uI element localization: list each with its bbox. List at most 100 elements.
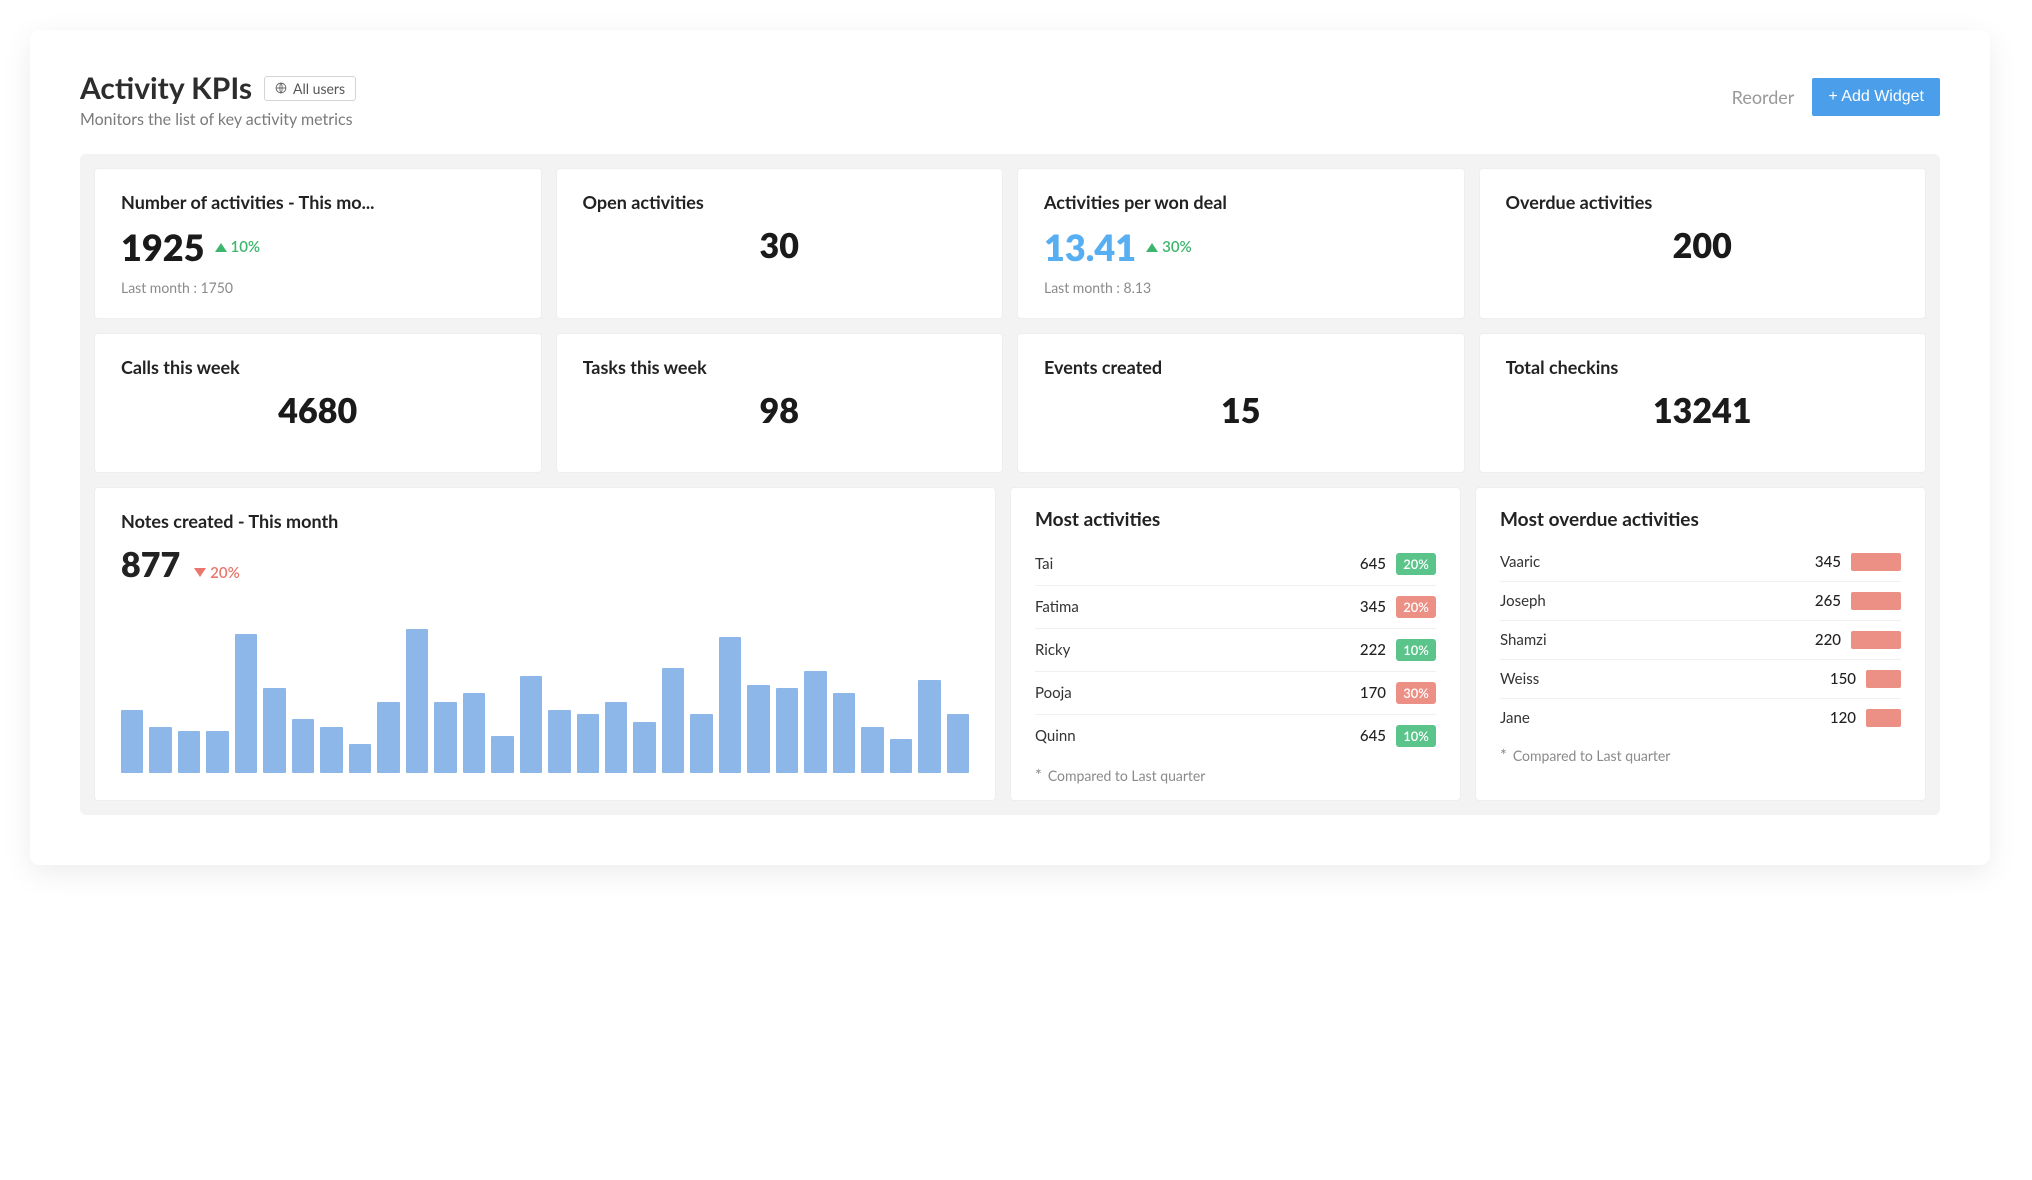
asterisk-icon: * bbox=[1500, 753, 1507, 759]
list-item[interactable]: Quinn64510% bbox=[1035, 715, 1436, 757]
notes-delta-text: 20% bbox=[210, 564, 240, 582]
chart-bar bbox=[463, 693, 485, 773]
list-item[interactable]: Shamzi220 bbox=[1500, 621, 1901, 660]
list-item-rhs: 345 bbox=[1815, 553, 1901, 571]
chart-bar bbox=[890, 739, 912, 773]
chart-bar bbox=[406, 629, 428, 774]
notes-chart-title: Notes created - This month bbox=[121, 510, 969, 532]
chart-bar bbox=[719, 637, 741, 773]
kpi-value: 13241 bbox=[1506, 390, 1900, 431]
kpi-card[interactable]: Activities per won deal 13.4130% Last mont… bbox=[1017, 168, 1465, 319]
kpi-value: 15 bbox=[1044, 390, 1438, 431]
notes-summary: 877 20% bbox=[121, 544, 969, 585]
list-item-rhs: 120 bbox=[1830, 709, 1901, 727]
triangle-down-icon bbox=[194, 568, 206, 577]
list-item[interactable]: Vaaric345 bbox=[1500, 543, 1901, 582]
kpi-title: Activities per won deal bbox=[1044, 191, 1438, 213]
list-item-name: Pooja bbox=[1035, 684, 1072, 702]
chart-bar bbox=[349, 744, 371, 773]
chart-bar bbox=[178, 731, 200, 774]
list-item[interactable]: Pooja17030% bbox=[1035, 672, 1436, 715]
kpi-value: 98 bbox=[583, 390, 977, 431]
list-item-rhs: 64510% bbox=[1360, 725, 1436, 747]
most-activities-footnote: * Compared to Last quarter bbox=[1035, 767, 1436, 784]
most-overdue-widget[interactable]: Most overdue activities Vaaric345 Joseph 2… bbox=[1475, 487, 1926, 801]
kpi-card[interactable]: Open activities30 bbox=[556, 168, 1004, 319]
kpi-delta-text: 10% bbox=[231, 238, 261, 256]
most-overdue-title: Most overdue activities bbox=[1500, 508, 1901, 531]
list-item-rhs: 150 bbox=[1830, 670, 1901, 688]
kpi-delta: 10% bbox=[215, 238, 261, 256]
kpi-title: Events created bbox=[1044, 356, 1438, 378]
overdue-bar bbox=[1851, 553, 1901, 571]
chart-bar bbox=[520, 676, 542, 773]
triangle-up-icon bbox=[215, 243, 227, 252]
list-item-name: Jane bbox=[1500, 709, 1530, 727]
list-item-name: Tai bbox=[1035, 555, 1053, 573]
kpi-card[interactable]: Overdue activities 200 bbox=[1479, 168, 1927, 319]
chart-bar bbox=[292, 719, 314, 773]
notes-value: 877 bbox=[121, 544, 180, 585]
list-item[interactable]: Jane 120 bbox=[1500, 699, 1901, 737]
chart-bar bbox=[690, 714, 712, 774]
kpi-value: 200 bbox=[1506, 225, 1900, 266]
reorder-button[interactable]: Reorder bbox=[1732, 86, 1795, 108]
chart-bar bbox=[320, 727, 342, 773]
overdue-bar bbox=[1851, 592, 1901, 610]
user-filter-label: All users bbox=[293, 80, 345, 97]
kpi-card[interactable]: Number of activities - This mo...192510%… bbox=[94, 168, 542, 319]
kpi-value: 4680 bbox=[121, 390, 515, 431]
list-item[interactable]: Tai64520% bbox=[1035, 543, 1436, 586]
kpi-row-1: Number of activities - This mo...192510%… bbox=[94, 168, 1926, 319]
list-item[interactable]: Joseph 265 bbox=[1500, 582, 1901, 621]
kpi-title: Tasks this week bbox=[583, 356, 977, 378]
pct-badge: 20% bbox=[1396, 596, 1436, 618]
kpi-value-number: 15 bbox=[1221, 390, 1260, 431]
kpi-value-number: 4680 bbox=[278, 390, 357, 431]
kpi-card[interactable]: Total checkins13241 bbox=[1479, 333, 1927, 473]
chart-bar bbox=[491, 736, 513, 773]
chart-bar bbox=[633, 722, 655, 773]
page-title: Activity KPIs bbox=[80, 70, 252, 106]
notes-delta: 20% bbox=[194, 564, 240, 582]
most-activities-widget[interactable]: Most activities Tai64520%Fatima34520%Ric… bbox=[1010, 487, 1461, 801]
dashboard-page: Activity KPIs All users Monitors the lis… bbox=[30, 30, 1990, 865]
kpi-title: Calls this week bbox=[121, 356, 515, 378]
chart-bar bbox=[833, 693, 855, 773]
overdue-bar bbox=[1866, 709, 1901, 727]
kpi-card[interactable]: Events created 15 bbox=[1017, 333, 1465, 473]
list-item[interactable]: Weiss150 bbox=[1500, 660, 1901, 699]
most-overdue-footnote: * Compared to Last quarter bbox=[1500, 747, 1901, 764]
kpi-value-number: 1925 bbox=[121, 225, 205, 269]
kpi-card[interactable]: Calls this week 4680 bbox=[94, 333, 542, 473]
kpi-card[interactable]: Tasks this week 98 bbox=[556, 333, 1004, 473]
list-item-value: 645 bbox=[1360, 727, 1386, 745]
list-item-name: Fatima bbox=[1035, 598, 1079, 616]
most-activities-footnote-text: Compared to Last quarter bbox=[1048, 767, 1206, 784]
most-activities-title: Most activities bbox=[1035, 508, 1436, 531]
user-filter-badge[interactable]: All users bbox=[264, 76, 356, 101]
chart-bar bbox=[804, 671, 826, 773]
most-activities-list: Tai64520%Fatima34520%Ricky22210%Pooja170… bbox=[1035, 543, 1436, 757]
list-item-name: Joseph bbox=[1500, 592, 1546, 610]
most-overdue-footnote-text: Compared to Last quarter bbox=[1513, 747, 1671, 764]
header-left: Activity KPIs All users Monitors the lis… bbox=[80, 70, 356, 129]
list-item[interactable]: Fatima34520% bbox=[1035, 586, 1436, 629]
bottom-row: Notes created - This month 877 20% Most … bbox=[94, 487, 1926, 801]
notes-chart-widget[interactable]: Notes created - This month 877 20% bbox=[94, 487, 996, 801]
header-right: Reorder + Add Widget bbox=[1732, 78, 1940, 116]
list-item-rhs: 265 bbox=[1815, 592, 1901, 610]
add-widget-button[interactable]: + Add Widget bbox=[1812, 78, 1940, 116]
kpi-row-2: Calls this week 4680 Tasks this week 98 Even… bbox=[94, 333, 1926, 473]
list-item-value: 220 bbox=[1815, 631, 1841, 649]
list-item-rhs: 220 bbox=[1815, 631, 1901, 649]
list-item[interactable]: Ricky22210% bbox=[1035, 629, 1436, 672]
kpi-title: Overdue activities bbox=[1506, 191, 1900, 213]
kpi-value-number: 200 bbox=[1673, 225, 1732, 266]
chart-bar bbox=[263, 688, 285, 773]
chart-bar bbox=[121, 710, 143, 773]
kpi-delta: 30% bbox=[1146, 238, 1192, 256]
chart-bar bbox=[662, 668, 684, 773]
kpi-value: 13.4130% bbox=[1044, 225, 1438, 269]
kpi-subtext: Last month : 8.13 bbox=[1044, 279, 1438, 296]
